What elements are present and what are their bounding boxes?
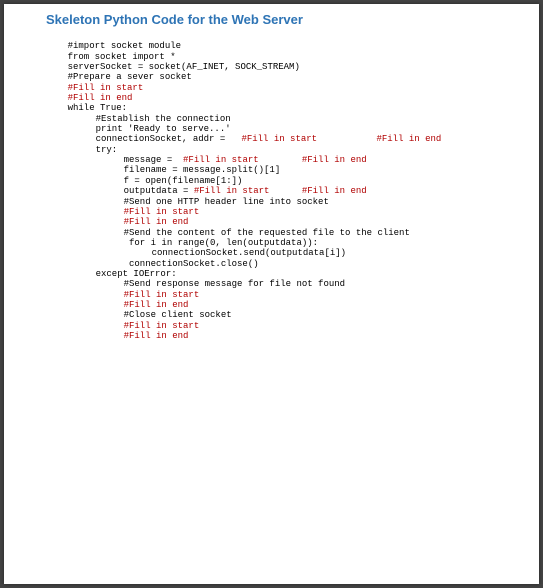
fill-in-marker: #Fill in end	[68, 331, 189, 341]
code-line: while True:	[68, 103, 127, 113]
spacer	[259, 155, 302, 165]
code-line: print 'Ready to serve...'	[68, 124, 231, 134]
code-line: #Close client socket	[68, 310, 232, 320]
code-block: #import socket module from socket import…	[46, 31, 497, 352]
spacer	[317, 134, 376, 144]
code-line: f = open(filename[1:])	[68, 176, 243, 186]
doc-title: Skeleton Python Code for the Web Server	[46, 12, 497, 27]
fill-in-marker: #Fill in start	[183, 155, 259, 165]
fill-in-marker: #Fill in end	[302, 155, 367, 165]
code-line: except IOError:	[68, 269, 177, 279]
fill-in-marker: #Fill in start	[241, 134, 317, 144]
spacer	[269, 186, 301, 196]
fill-in-marker: #Fill in start	[68, 321, 200, 331]
code-line: #Prepare a sever socket	[68, 72, 192, 82]
code-line: try:	[68, 145, 118, 155]
code-line: serverSocket = socket(AF_INET, SOCK_STRE…	[68, 62, 300, 72]
code-line: filename = message.split()[1]	[68, 165, 281, 175]
fill-in-marker: #Fill in start	[194, 186, 270, 196]
code-line: #Establish the connection	[68, 114, 231, 124]
code-line: #Send one HTTP header line into socket	[68, 197, 329, 207]
code-line: connectionSocket, addr = #Fill in start …	[68, 134, 442, 144]
fill-in-marker: #Fill in end	[302, 186, 367, 196]
code-text: outputdata =	[124, 186, 194, 196]
code-line: for i in range(0, len(outputdata)):	[68, 238, 318, 248]
code-line: #Send response message for file not foun…	[68, 279, 345, 289]
code-line: #import socket module	[68, 41, 181, 51]
fill-in-marker: #Fill in end	[68, 217, 189, 227]
code-line: message = #Fill in start #Fill in end	[68, 155, 367, 165]
fill-in-marker: #Fill in end	[68, 93, 133, 103]
fill-in-marker: #Fill in start	[68, 83, 144, 93]
code-line: outputdata = #Fill in start #Fill in end	[68, 186, 367, 196]
code-line: #Send the content of the requested file …	[68, 228, 410, 238]
document-page: Skeleton Python Code for the Web Server …	[4, 4, 539, 584]
fill-in-marker: #Fill in start	[68, 207, 200, 217]
fill-in-marker: #Fill in end	[376, 134, 441, 144]
code-text: connectionSocket, addr =	[96, 134, 242, 144]
fill-in-marker: #Fill in start	[68, 290, 200, 300]
code-line: connectionSocket.send(outputdata[i])	[68, 248, 346, 258]
code-text: message =	[124, 155, 183, 165]
code-line: from socket import *	[68, 52, 176, 62]
fill-in-marker: #Fill in end	[68, 300, 189, 310]
code-line: connectionSocket.close()	[68, 259, 259, 269]
